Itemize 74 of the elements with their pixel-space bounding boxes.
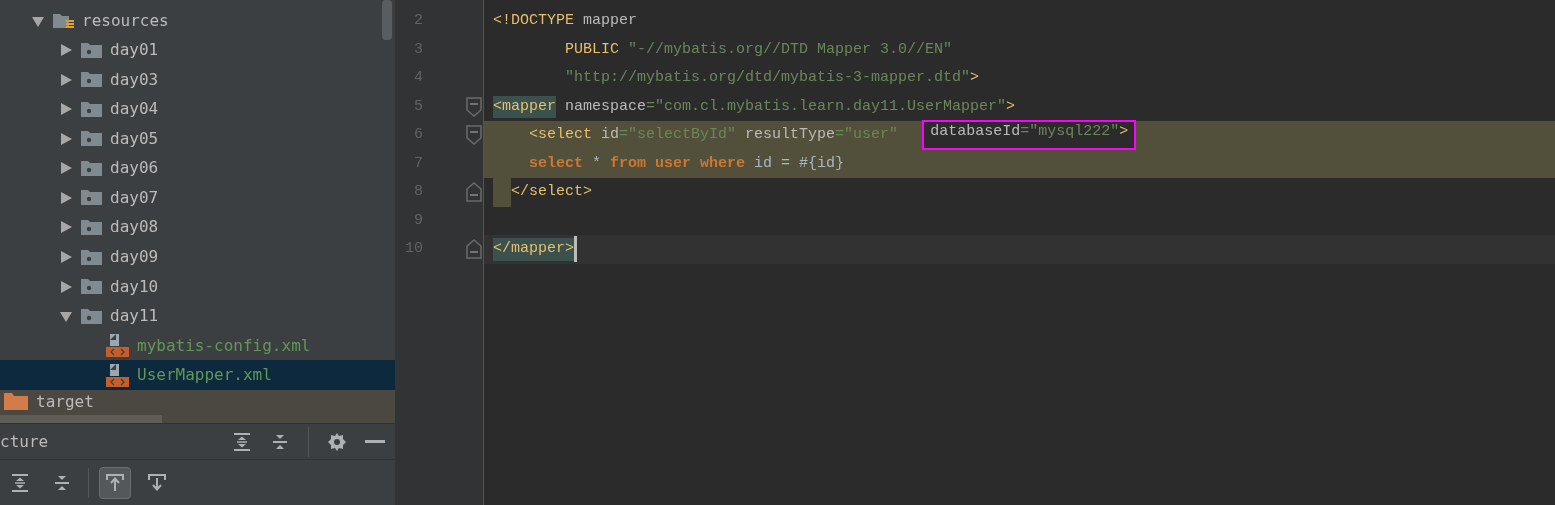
folder-icon: [81, 220, 102, 235]
folder-icon: [81, 101, 102, 117]
code-token: </select>: [511, 182, 592, 202]
expanded-arrow-icon[interactable]: [59, 309, 73, 324]
folder-icon: [4, 393, 28, 411]
folder-icon: [81, 249, 102, 265]
folder-icon: [81, 72, 102, 88]
folder-icon: [81, 279, 102, 295]
code-token: >: [1119, 123, 1129, 141]
code-token: "http://mybatis.org/dtd/mybatis-3-mapper.dtd": [564, 68, 971, 88]
code-token: *: [591, 153, 603, 174]
horizontal-scrollbar[interactable]: [0, 414, 162, 423]
code-token: "-//mybatis.org//DTD Mapper 3.0//EN": [628, 39, 953, 60]
code-token: id: [600, 125, 620, 145]
collapsed-arrow-icon[interactable]: [59, 250, 73, 264]
code-token: mapper: [583, 11, 638, 31]
code-token: <select: [528, 125, 593, 145]
code-token: select: [528, 153, 583, 174]
text-cursor: [574, 236, 577, 263]
tree-item[interactable]: day04: [0, 94, 395, 125]
collapsed-arrow-icon[interactable]: [59, 131, 73, 146]
resources-folder-icon: [53, 12, 74, 29]
code-token: from user where: [610, 153, 746, 174]
collapsed-arrow-icon[interactable]: [59, 220, 73, 235]
collapsed-arrow-icon[interactable]: [59, 279, 73, 294]
collapsed-arrow-icon[interactable]: [59, 161, 73, 176]
scroll-to-source-icon[interactable]: [147, 472, 167, 493]
code-token: <mapper: [493, 95, 556, 118]
toolbar-button[interactable]: [99, 466, 131, 499]
tree-item[interactable]: resources: [0, 6, 395, 36]
settings-icon[interactable]: [327, 431, 347, 452]
xml-file-icon: [106, 363, 129, 387]
code-token: resultType: [744, 125, 836, 145]
collapsed-arrow-icon[interactable]: [59, 190, 73, 205]
fold-icon[interactable]: [466, 125, 482, 146]
fold-icon[interactable]: [466, 96, 482, 117]
tree-item[interactable]: day05: [0, 124, 395, 154]
unfold-icon[interactable]: [466, 182, 482, 203]
collapsed-arrow-icon[interactable]: [59, 43, 73, 58]
unfold-icon[interactable]: [466, 239, 482, 260]
vertical-scrollbar[interactable]: [382, 0, 392, 40]
tree-item[interactable]: day11: [0, 301, 395, 331]
code-token: </mapper>: [493, 238, 574, 261]
tree-item[interactable]: day07: [0, 183, 395, 213]
folder-icon: [81, 42, 102, 58]
code-token: ="com.cl.mybatis.learn.day11.UserMapper": [646, 96, 1007, 117]
panel-title: cture: [0, 430, 49, 453]
tree-item[interactable]: day09: [0, 242, 395, 272]
tree-item[interactable]: day03: [0, 65, 395, 95]
expand-all-icon[interactable]: [10, 472, 30, 493]
tree-item[interactable]: mybatis-config.xml: [0, 330, 395, 361]
folder-icon: [81, 160, 102, 176]
tree-item[interactable]: day10: [0, 271, 395, 302]
tree-item[interactable]: day06: [0, 153, 395, 184]
tree-item[interactable]: target: [0, 389, 395, 414]
folder-icon: [81, 131, 102, 147]
folder-icon: [81, 190, 102, 206]
tree-item[interactable]: day01: [0, 35, 395, 66]
code-token: >: [970, 68, 980, 88]
code-token: <!DOCTYPE: [493, 11, 575, 31]
code-token: namespace: [564, 96, 647, 117]
code-token: PUBLIC: [564, 39, 621, 60]
collapsed-arrow-icon[interactable]: [59, 102, 73, 117]
tree-item[interactable]: UserMapper.xml: [0, 360, 395, 390]
code-token: id = #{id}: [753, 153, 845, 174]
code-token: databaseId: [930, 123, 1021, 141]
xml-file-icon: [106, 334, 129, 358]
scroll-from-source-icon[interactable]: [105, 472, 125, 493]
tree-item[interactable]: day08: [0, 212, 395, 243]
code-token: ="mysql222": [1020, 123, 1120, 141]
expand-all-icon[interactable]: [232, 431, 252, 452]
folder-icon: [81, 308, 102, 324]
code-token: >: [1006, 96, 1016, 117]
collapsed-arrow-icon[interactable]: [59, 72, 73, 87]
